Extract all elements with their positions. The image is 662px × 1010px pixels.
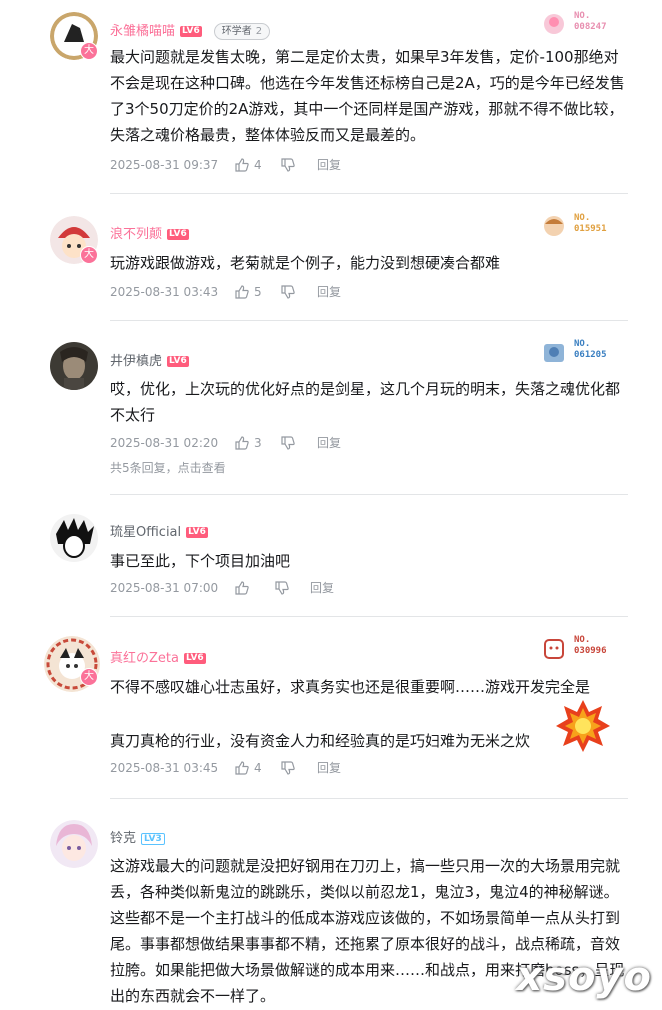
explosion-emote-icon xyxy=(556,700,610,752)
dislike-icon[interactable] xyxy=(274,580,290,596)
username[interactable]: 琉星Official LV6 xyxy=(110,521,208,540)
comment-meta: 2025-08-31 03:45 4 回复 xyxy=(110,760,370,776)
comment-meta: 2025-08-31 09:37 4 回复 xyxy=(110,157,370,173)
comment-meta: 2025-08-31 03:43 5 回复 xyxy=(110,284,370,300)
level-badge: LV6 xyxy=(186,527,208,538)
view-replies-link[interactable]: 共5条回复，点击查看 xyxy=(110,459,226,476)
avatar[interactable] xyxy=(50,820,98,868)
level-badge: LV6 xyxy=(167,356,189,367)
comment-text: 哎，优化，上次玩的优化好点的是剑星，这几个月玩的明末，失落之魂优化都不太行 xyxy=(110,380,621,424)
dislike-icon[interactable] xyxy=(280,760,296,776)
comment-text: 最大问题就是发售太晚，第二是定价太贵，如果早3年发售，定价-100那绝对不会是现… xyxy=(110,48,625,144)
comment-text: 不得不感叹雄心壮志虽好，求真务实也还是很重要啊……游戏开发完全是 xyxy=(110,678,591,696)
comment-text: 真刀真枪的行业，没有资金人力和经验真的是巧妇难为无米之炊 xyxy=(110,732,531,750)
comment-text: 玩游戏跟做游戏，老菊就是个例子，能力没到想硬凑合都难 xyxy=(110,254,501,272)
reply-button[interactable]: 回复 xyxy=(310,580,334,596)
dislike-icon[interactable] xyxy=(280,157,296,173)
comment-text: 事已至此，下个项目加油吧 xyxy=(110,552,291,570)
timestamp: 2025-08-31 03:45 xyxy=(110,761,219,775)
like-icon[interactable] xyxy=(234,435,250,451)
level-badge: LV6 xyxy=(183,653,206,664)
like-icon[interactable] xyxy=(234,760,250,776)
level-badge: LV6 xyxy=(167,229,189,240)
timestamp: 2025-08-31 07:00 xyxy=(110,581,219,595)
fan-number-badge: NO. 061205 xyxy=(540,336,620,368)
comment-meta: 2025-08-31 07:00 回复 xyxy=(110,580,370,596)
divider xyxy=(110,193,628,194)
timestamp: 2025-08-31 09:37 xyxy=(110,158,219,172)
fan-medal[interactable]: 环学者 2 xyxy=(213,23,271,40)
fan-avatar-icon xyxy=(544,14,564,34)
like-icon[interactable] xyxy=(234,157,250,173)
reply-button[interactable]: 回复 xyxy=(317,284,341,300)
like-count: 5 xyxy=(254,285,262,299)
divider xyxy=(110,798,628,799)
divider xyxy=(110,616,628,617)
fan-number-badge: NO. 015951 xyxy=(540,210,620,242)
username[interactable]: 永雏橘喵喵 LV6 环学者 2 xyxy=(110,20,271,40)
like-count: 4 xyxy=(254,158,262,172)
avatar[interactable] xyxy=(50,342,98,390)
reply-button[interactable]: 回复 xyxy=(317,435,341,451)
fan-number-badge: NO. 030996 xyxy=(540,632,620,664)
timestamp: 2025-08-31 03:43 xyxy=(110,285,219,299)
username[interactable]: 浪不列颠 LV6 xyxy=(110,223,189,242)
level-badge: LV3 xyxy=(141,832,165,845)
timestamp: 2025-08-31 02:20 xyxy=(110,436,219,450)
like-icon[interactable] xyxy=(234,580,250,596)
reply-button[interactable]: 回复 xyxy=(317,760,341,776)
watermark-logo: xsoyo xyxy=(516,954,652,1000)
divider xyxy=(110,494,628,495)
vip-badge: 大 xyxy=(80,42,98,60)
reply-button[interactable]: 回复 xyxy=(317,157,341,173)
level-badge: LV6 xyxy=(180,26,202,37)
fan-avatar-icon xyxy=(544,216,564,236)
vip-badge: 大 xyxy=(80,668,98,686)
comment-meta: 2025-08-31 02:20 3 回复 xyxy=(110,435,370,451)
fan-avatar-icon xyxy=(544,639,564,659)
fan-number-badge: NO. 008247 xyxy=(540,8,620,40)
divider xyxy=(110,320,628,321)
username[interactable]: 真红のZeta LV6 xyxy=(110,647,206,666)
vip-badge: 大 xyxy=(80,246,98,264)
like-icon[interactable] xyxy=(234,284,250,300)
fan-avatar-icon xyxy=(544,344,564,362)
dislike-icon[interactable] xyxy=(280,284,296,300)
like-count: 4 xyxy=(254,761,262,775)
dislike-icon[interactable] xyxy=(280,435,296,451)
username[interactable]: 井伊槙虎 LV6 xyxy=(110,350,189,369)
avatar[interactable] xyxy=(50,514,98,562)
like-count: 3 xyxy=(254,436,262,450)
username[interactable]: 铃克 LV3 xyxy=(110,827,165,846)
